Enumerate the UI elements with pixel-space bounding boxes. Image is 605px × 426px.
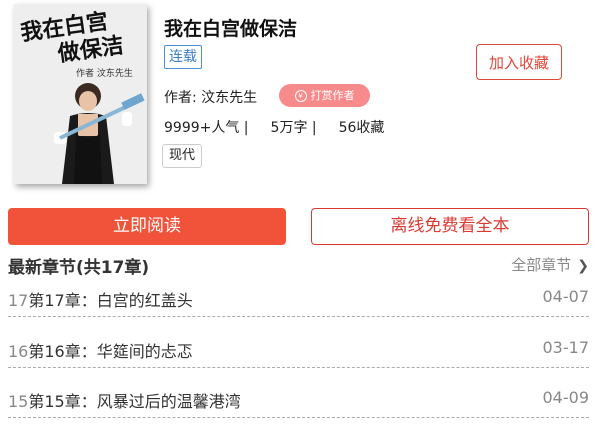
book-stats: 9999+人气 | 5万字 | 56收藏 [164, 117, 406, 137]
chapter-item[interactable]: 15第15章：风暴过后的温馨港湾 04-09 [8, 374, 589, 418]
all-chapters-link[interactable]: 全部章节 ❯ [511, 254, 589, 275]
all-chapters-label: 全部章节 [511, 256, 572, 274]
status-tag: 连载 [164, 45, 202, 69]
chapter-item[interactable]: 17第17章：白宫的红盖头 04-07 [8, 273, 589, 317]
chevron-right-icon: ❯ [577, 258, 589, 274]
chapter-date: 04-07 [542, 287, 590, 306]
chapter-number: 16 [8, 342, 29, 361]
book-cover[interactable]: 我在白宫 做保洁 作者 汶东先生 [14, 4, 147, 184]
chapter-number: 17 [8, 291, 29, 310]
chapter-number: 15 [8, 392, 29, 411]
chapter-title-text: 第16章：华筵间的忐忑 [28, 342, 193, 361]
author-name[interactable]: 作者: 汶东先生 [164, 87, 257, 107]
chapter-date: 04-09 [542, 388, 590, 407]
favorites-stat: 56收藏 [338, 120, 385, 136]
chapter-title: 17第17章：白宫的红盖头 [8, 287, 193, 311]
tip-author-label: 打赏作者 [310, 89, 355, 102]
chapter-title-text: 第15章：风暴过后的温馨港湾 [28, 392, 241, 411]
offline-read-button[interactable]: 离线免费看全本 [311, 208, 589, 245]
book-title: 我在白宫做保洁 [164, 18, 298, 40]
add-favorite-button[interactable]: 加入收藏 [476, 44, 562, 80]
popularity-stat: 9999+人气 | [164, 120, 249, 136]
word-count-stat: 5万字 | [270, 120, 317, 136]
chapter-title: 15第15章：风暴过后的温馨港湾 [8, 388, 241, 412]
cover-author: 作者 汶东先生 [76, 69, 133, 79]
genre-tag[interactable]: 现代 [162, 144, 203, 168]
chapter-title: 16第16章：华筵间的忐忑 [8, 338, 193, 362]
chapter-title-text: 第17章：白宫的红盖头 [28, 291, 193, 310]
chapter-date: 03-17 [542, 338, 590, 357]
read-now-button[interactable]: 立即阅读 [8, 208, 286, 245]
chapter-item[interactable]: 16第16章：华筵间的忐忑 03-17 [8, 324, 589, 368]
coin-icon: ¥ [294, 90, 307, 102]
tip-author-button[interactable]: ¥ 打赏作者 [279, 84, 370, 107]
